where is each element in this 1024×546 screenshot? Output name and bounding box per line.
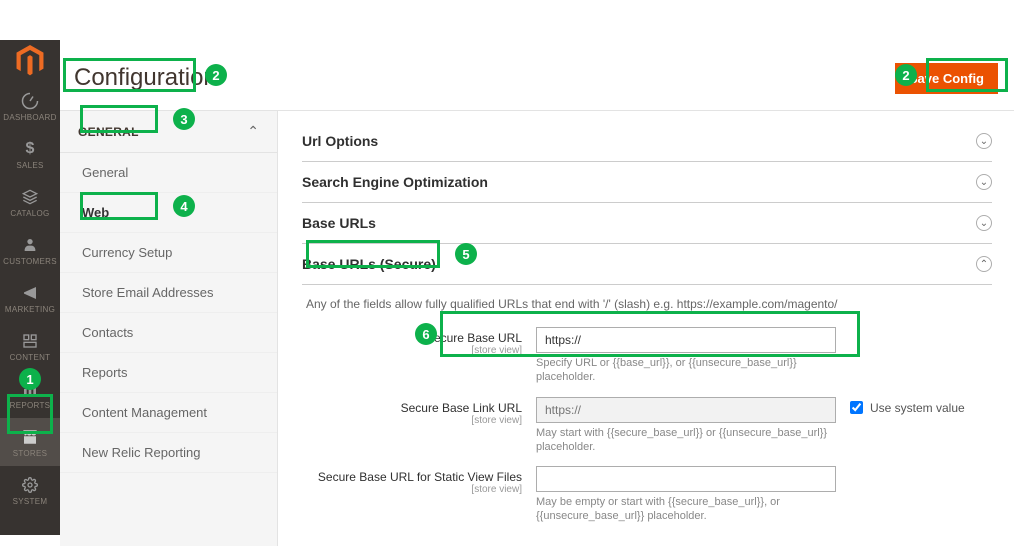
secure-base-static-input[interactable] [536,466,836,492]
section-title: Base URLs [302,215,376,231]
nav-label: MARKETING [5,305,55,314]
nav-catalog[interactable]: CATALOG [0,178,60,226]
admin-sidebar: DASHBOARD $ SALES CATALOG CUSTOMERS MARK… [0,40,60,535]
main-content: Configuration Save Config GENERAL ⌃ Gene… [60,50,1014,535]
field-label: Secure Base URL [426,331,522,345]
person-icon [20,235,40,255]
expand-icon: ⌄ [976,133,992,149]
magento-logo-icon [16,45,44,77]
section-title: Search Engine Optimization [302,174,488,190]
chart-icon [20,379,40,399]
field-secure-base-link-url: Secure Base Link URL [store view] May st… [306,391,992,461]
config-nav: GENERAL ⌃ General Web Currency Setup Sto… [60,111,278,546]
config-group-general[interactable]: GENERAL ⌃ [60,111,277,153]
config-link-currency[interactable]: Currency Setup [60,233,277,273]
config-content: Url Options ⌄ Search Engine Optimization… [278,111,1014,546]
nav-sales[interactable]: $ SALES [0,130,60,178]
use-system-value-label: Use system value [870,401,965,415]
nav-label: CUSTOMERS [3,257,57,266]
nav-label: CONTENT [10,353,51,362]
secure-base-url-input[interactable] [536,327,836,353]
magento-logo [0,40,60,82]
config-link-reports[interactable]: Reports [60,353,277,393]
field-secure-base-url: Secure Base URL [store view] Specify URL… [306,321,992,391]
dollar-icon: $ [20,139,40,159]
expand-icon: ⌄ [976,215,992,231]
save-config-button[interactable]: Save Config [895,63,998,94]
field-secure-base-static: Secure Base URL for Static View Files [s… [306,460,992,530]
page-title: Configuration [68,60,223,96]
secure-base-link-url-input[interactable] [536,397,836,423]
page-header: Configuration Save Config [60,50,1014,110]
gear-icon [20,475,40,495]
config-link-store-email[interactable]: Store Email Addresses [60,273,277,313]
megaphone-icon [20,283,40,303]
field-hint: May be empty or start with {{secure_base… [536,495,836,524]
cube-icon [20,187,40,207]
section-seo[interactable]: Search Engine Optimization ⌄ [302,162,992,203]
chevron-up-icon: ⌃ [247,123,259,140]
section-title: Url Options [302,133,378,149]
field-label: Secure Base Link URL [401,401,522,415]
section-base-urls-secure[interactable]: Base URLs (Secure) ⌃ [302,244,992,285]
config-group-label: GENERAL [78,125,139,139]
config-link-web[interactable]: Web [60,193,277,233]
config-link-general[interactable]: General [60,153,277,193]
field-label: Secure Base URL for Static View Files [318,470,522,484]
field-scope: [store view] [306,345,522,356]
nav-label: STORES [13,449,48,458]
use-system-value-wrap: Use system value [836,397,965,415]
config-body: GENERAL ⌃ General Web Currency Setup Sto… [60,110,1014,546]
nav-label: CATALOG [10,209,49,218]
nav-label: REPORTS [10,401,51,410]
nav-dashboard[interactable]: DASHBOARD [0,82,60,130]
pages-icon [20,331,40,351]
nav-marketing[interactable]: MARKETING [0,274,60,322]
nav-stores[interactable]: STORES [0,418,60,466]
section-url-options[interactable]: Url Options ⌄ [302,121,992,162]
collapse-icon: ⌃ [976,256,992,272]
secure-note: Any of the fields allow fully qualified … [306,297,992,311]
config-link-contacts[interactable]: Contacts [60,313,277,353]
store-icon [20,427,40,447]
field-hint: Specify URL or {{base_url}}, or {{unsecu… [536,356,836,385]
use-system-value-checkbox[interactable] [850,401,863,414]
field-hint: May start with {{secure_base_url}} or {{… [536,426,836,455]
nav-label: SYSTEM [13,497,48,506]
section-title: Base URLs (Secure) [302,256,436,272]
nav-label: DASHBOARD [3,113,56,122]
config-link-new-relic[interactable]: New Relic Reporting [60,433,277,473]
gauge-icon [20,91,40,111]
field-scope: [store view] [306,484,522,495]
nav-customers[interactable]: CUSTOMERS [0,226,60,274]
nav-system[interactable]: SYSTEM [0,466,60,514]
config-link-content-mgmt[interactable]: Content Management [60,393,277,433]
nav-reports[interactable]: REPORTS [0,370,60,418]
expand-icon: ⌄ [976,174,992,190]
section-body-secure: Any of the fields allow fully qualified … [302,285,992,536]
nav-label: SALES [16,161,43,170]
section-base-urls[interactable]: Base URLs ⌄ [302,203,992,244]
nav-content[interactable]: CONTENT [0,322,60,370]
field-scope: [store view] [306,415,522,426]
